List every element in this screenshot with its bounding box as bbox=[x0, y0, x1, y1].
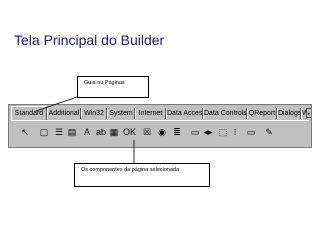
callout-connectors bbox=[35, 96, 135, 163]
connector-tabs-line bbox=[35, 96, 78, 112]
